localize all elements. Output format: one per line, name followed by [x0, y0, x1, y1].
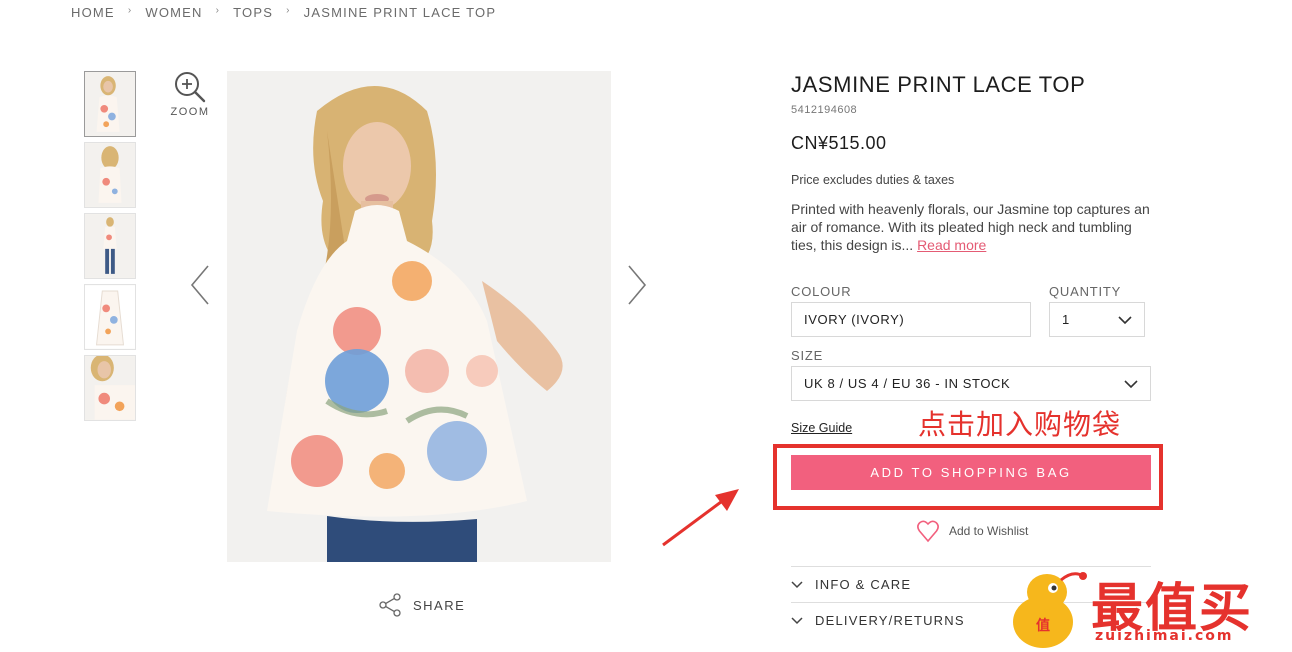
breadcrumb: HOME › WOMEN › TOPS › JASMINE PRINT LACE… [71, 5, 496, 20]
breadcrumb-women[interactable]: WOMEN [145, 5, 202, 20]
thumbnail-flat-lay[interactable] [84, 284, 136, 350]
share-icon [379, 593, 401, 617]
price-note: Price excludes duties & taxes [791, 173, 955, 187]
breadcrumb-separator: › [286, 5, 291, 16]
previous-image-button[interactable] [188, 264, 212, 306]
product-price: CN¥515.00 [791, 133, 887, 153]
size-guide-link[interactable]: Size Guide [791, 421, 852, 435]
breadcrumb-separator: › [127, 5, 133, 16]
share-label: SHARE [413, 597, 466, 613]
thumbnail-full-length[interactable] [84, 213, 136, 279]
breadcrumb-current: JASMINE PRINT LACE TOP [303, 5, 497, 20]
accordion-label: INFO & CARE [815, 577, 912, 592]
next-image-button[interactable] [625, 264, 649, 306]
thumbnail-detail[interactable] [84, 355, 136, 421]
chevron-down-icon [791, 616, 803, 624]
zoom-in-icon [175, 72, 206, 103]
svg-text:值: 值 [1036, 617, 1050, 634]
size-select[interactable]: UK 8 / US 4 / EU 36 - IN STOCK [791, 366, 1151, 401]
product-description: Printed with heavenly florals, our Jasmi… [791, 200, 1161, 254]
accordion-label: DELIVERY/RETURNS [815, 613, 965, 628]
product-title: JASMINE PRINT LACE TOP [791, 72, 1086, 97]
thumbnail-front[interactable] [84, 71, 136, 137]
watermark: 值 最值买 zuizhimai.com [1003, 566, 1288, 650]
watermark-mascot-icon: 值 [1013, 572, 1087, 648]
share-button[interactable]: SHARE [377, 592, 465, 618]
quantity-label: QUANTITY [1049, 284, 1122, 299]
wishlist-label: Add to Wishlist [949, 524, 1029, 538]
breadcrumb-separator: › [215, 5, 221, 16]
quantity-value: 1 [1062, 312, 1070, 327]
add-to-wishlist-button[interactable]: Add to Wishlist [917, 519, 1028, 543]
colour-value: IVORY (IVORY) [804, 312, 905, 327]
breadcrumb-tops[interactable]: TOPS [233, 5, 273, 20]
chevron-left-icon [190, 265, 209, 305]
chevron-down-icon [1124, 379, 1138, 388]
chevron-down-icon [1118, 315, 1132, 324]
thumbnail-list [84, 71, 136, 426]
colour-select[interactable]: IVORY (IVORY) [791, 302, 1031, 337]
size-value: UK 8 / US 4 / EU 36 - IN STOCK [804, 376, 1011, 391]
watermark-url: zuizhimai.com [1095, 628, 1234, 644]
chevron-right-icon [628, 265, 647, 305]
zoom-button[interactable]: ZOOM [170, 70, 210, 118]
quantity-select[interactable]: 1 [1049, 302, 1145, 337]
product-main-image[interactable] [227, 71, 611, 562]
annotation-arrow-icon [662, 489, 739, 547]
colour-label: COLOUR [791, 284, 852, 299]
zoom-label: ZOOM [170, 106, 210, 118]
add-to-bag-button[interactable]: ADD TO SHOPPING BAG [791, 455, 1151, 490]
size-label: SIZE [791, 348, 824, 363]
annotation-text: 点击加入购物袋 [918, 408, 1122, 441]
read-more-link[interactable]: Read more [917, 237, 986, 253]
thumbnail-back[interactable] [84, 142, 136, 208]
breadcrumb-home[interactable]: HOME [71, 5, 115, 20]
product-sku: 5412194608 [791, 104, 858, 116]
chevron-down-icon [791, 580, 803, 588]
heart-icon [917, 520, 939, 543]
